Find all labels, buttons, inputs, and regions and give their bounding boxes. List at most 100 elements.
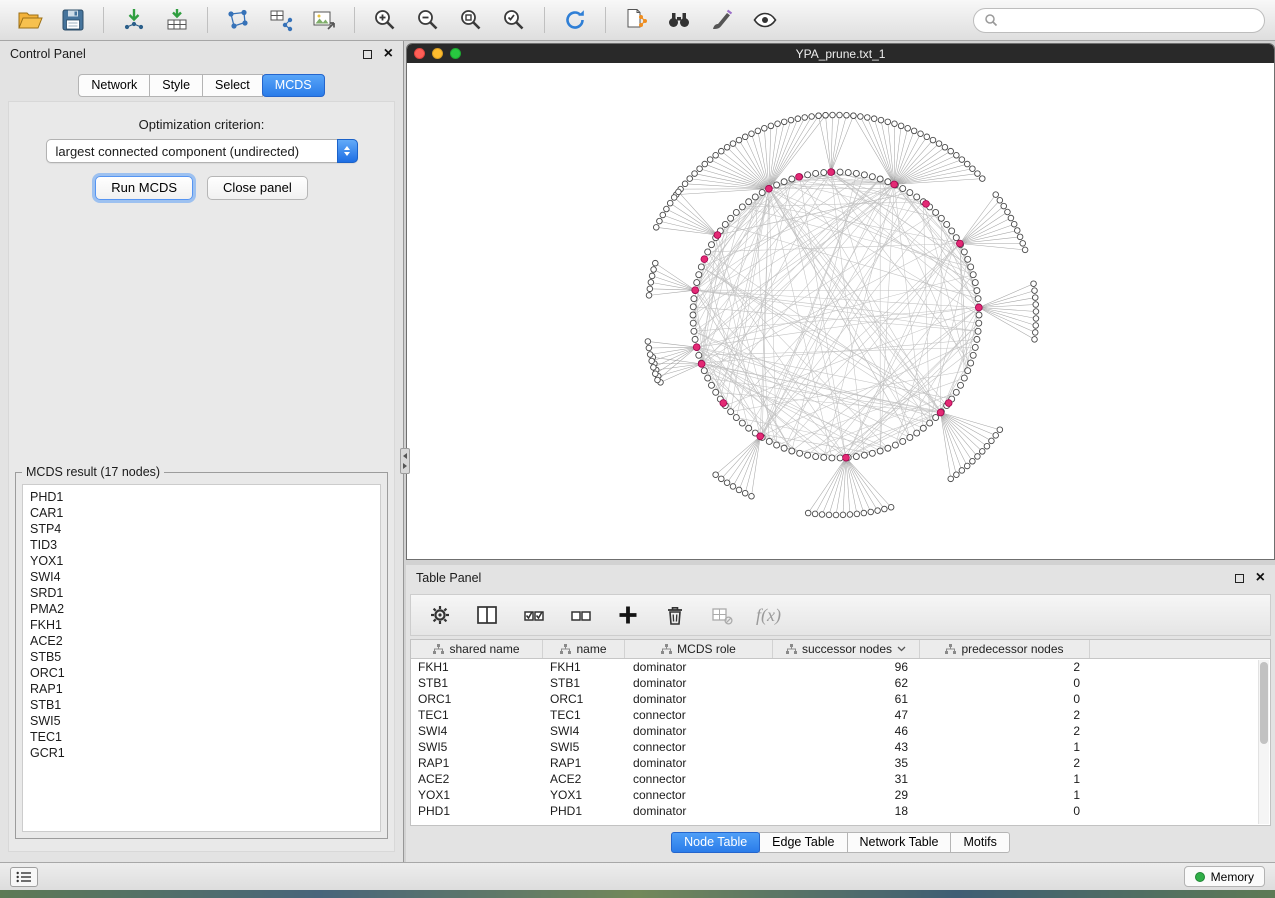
table-cell: RAP1 bbox=[543, 756, 625, 770]
panel-splitter-handle[interactable] bbox=[400, 448, 410, 474]
table-cell: 0 bbox=[920, 692, 1090, 706]
minimize-window-icon[interactable] bbox=[432, 48, 443, 59]
network-canvas[interactable] bbox=[407, 63, 1274, 559]
close-panel-button[interactable]: Close panel bbox=[207, 176, 308, 200]
tab-mcds[interactable]: MCDS bbox=[262, 74, 325, 97]
table-cell: FKH1 bbox=[411, 660, 543, 674]
column-header-name[interactable]: name bbox=[543, 640, 625, 658]
new-network-button[interactable] bbox=[218, 3, 258, 37]
sort-chevron-icon bbox=[897, 646, 906, 652]
import-table-file-button[interactable] bbox=[157, 3, 197, 37]
table-row[interactable]: PHD1PHD1dominator180 bbox=[411, 803, 1270, 819]
table-row[interactable]: TEC1TEC1connector472 bbox=[411, 707, 1270, 723]
tab-motifs[interactable]: Motifs bbox=[950, 832, 1009, 853]
table-cell: 35 bbox=[773, 756, 920, 770]
gear-icon bbox=[429, 604, 451, 626]
tab-style[interactable]: Style bbox=[149, 74, 203, 97]
memory-button[interactable]: Memory bbox=[1184, 866, 1265, 887]
open-file-button[interactable] bbox=[10, 3, 50, 37]
table-cell: FKH1 bbox=[543, 660, 625, 674]
select-all-button[interactable] bbox=[521, 602, 547, 628]
table-settings-button[interactable] bbox=[427, 602, 453, 628]
table-row[interactable]: SWI4SWI4dominator462 bbox=[411, 723, 1270, 739]
tab-network[interactable]: Network bbox=[78, 74, 150, 97]
delete-row-button[interactable] bbox=[662, 602, 688, 628]
table-scrollbar[interactable] bbox=[1258, 660, 1269, 824]
apply-style-button[interactable] bbox=[702, 3, 742, 37]
import-network-db-button[interactable] bbox=[261, 3, 301, 37]
table-row[interactable]: ORC1ORC1dominator610 bbox=[411, 691, 1270, 707]
mcds-result-item[interactable]: PHD1 bbox=[30, 489, 380, 505]
export-image-button[interactable] bbox=[304, 3, 344, 37]
table-body: FKH1FKH1dominator962STB1STB1dominator620… bbox=[411, 659, 1270, 819]
mcds-result-item[interactable]: TEC1 bbox=[30, 729, 380, 745]
table-cell: dominator bbox=[625, 676, 773, 690]
column-header-MCDS-role[interactable]: MCDS role bbox=[625, 640, 773, 658]
table-row[interactable]: STB1STB1dominator620 bbox=[411, 675, 1270, 691]
network-graph[interactable] bbox=[407, 63, 1274, 559]
float-window-icon[interactable] bbox=[363, 50, 372, 59]
table-cell: STB1 bbox=[543, 676, 625, 690]
zoom-in-button[interactable] bbox=[365, 3, 405, 37]
save-button[interactable] bbox=[53, 3, 93, 37]
toolbar-separator bbox=[354, 7, 355, 33]
mcds-result-item[interactable]: CAR1 bbox=[30, 505, 380, 521]
table-row[interactable]: YOX1YOX1connector291 bbox=[411, 787, 1270, 803]
close-panel-icon[interactable]: × bbox=[1256, 573, 1265, 583]
mcds-result-item[interactable]: GCR1 bbox=[30, 745, 380, 761]
column-header-shared-name[interactable]: shared name bbox=[411, 640, 543, 658]
tab-select[interactable]: Select bbox=[202, 74, 263, 97]
layout-refresh-button[interactable] bbox=[555, 3, 595, 37]
table-panel-header: Table Panel × bbox=[406, 565, 1275, 591]
tab-node-table[interactable]: Node Table bbox=[671, 832, 760, 853]
table-row[interactable]: SWI5SWI5connector431 bbox=[411, 739, 1270, 755]
table-row[interactable]: FKH1FKH1dominator962 bbox=[411, 659, 1270, 675]
column-header-successor-nodes[interactable]: successor nodes bbox=[773, 640, 920, 658]
close-panel-icon[interactable]: × bbox=[384, 49, 393, 59]
column-label: MCDS role bbox=[677, 642, 736, 656]
mcds-result-item[interactable]: STB1 bbox=[30, 697, 380, 713]
tab-edge-table[interactable]: Edge Table bbox=[759, 832, 847, 853]
table-cell: 1 bbox=[920, 772, 1090, 786]
table-row[interactable]: RAP1RAP1dominator352 bbox=[411, 755, 1270, 771]
mcds-result-item[interactable]: PMA2 bbox=[30, 601, 380, 617]
close-window-icon[interactable] bbox=[414, 48, 425, 59]
mcds-result-item[interactable]: SRD1 bbox=[30, 585, 380, 601]
mcds-result-item[interactable]: STP4 bbox=[30, 521, 380, 537]
show-columns-button[interactable] bbox=[474, 602, 500, 628]
mcds-result-item[interactable]: TID3 bbox=[30, 537, 380, 553]
scrollbar-thumb[interactable] bbox=[1260, 662, 1268, 744]
table-cell: 61 bbox=[773, 692, 920, 706]
column-header-predecessor-nodes[interactable]: predecessor nodes bbox=[920, 640, 1090, 658]
share-document-button[interactable] bbox=[616, 3, 656, 37]
mcds-result-item[interactable]: STB5 bbox=[30, 649, 380, 665]
unselect-all-button[interactable] bbox=[568, 602, 594, 628]
mcds-result-item[interactable]: SWI4 bbox=[30, 569, 380, 585]
task-history-button[interactable] bbox=[10, 867, 38, 887]
mcds-result-item[interactable]: SWI5 bbox=[30, 713, 380, 729]
table-row[interactable]: ACE2ACE2connector311 bbox=[411, 771, 1270, 787]
mcds-result-item[interactable]: RAP1 bbox=[30, 681, 380, 697]
float-window-icon[interactable] bbox=[1235, 574, 1244, 583]
zoom-out-button[interactable] bbox=[408, 3, 448, 37]
search-input[interactable] bbox=[1004, 13, 1254, 27]
add-row-button[interactable] bbox=[615, 602, 641, 628]
zoom-selected-button[interactable] bbox=[494, 3, 534, 37]
run-mcds-button[interactable]: Run MCDS bbox=[95, 176, 193, 200]
select-all-icon bbox=[523, 604, 545, 626]
mcds-result-list[interactable]: PHD1CAR1STP4TID3YOX1SWI4SRD1PMA2FKH1ACE2… bbox=[22, 484, 381, 832]
mcds-result-item[interactable]: ACE2 bbox=[30, 633, 380, 649]
maximize-window-icon[interactable] bbox=[450, 48, 461, 59]
find-button[interactable] bbox=[659, 3, 699, 37]
mcds-result-item[interactable]: YOX1 bbox=[30, 553, 380, 569]
optimization-criterion-select[interactable]: largest connected component (undirected) bbox=[46, 139, 358, 163]
import-network-db-icon bbox=[268, 7, 294, 33]
mcds-result-item[interactable]: FKH1 bbox=[30, 617, 380, 633]
mcds-result-item[interactable]: ORC1 bbox=[30, 665, 380, 681]
zoom-in-icon bbox=[372, 7, 398, 33]
import-network-file-button[interactable] bbox=[114, 3, 154, 37]
zoom-fit-button[interactable] bbox=[451, 3, 491, 37]
tab-network-table[interactable]: Network Table bbox=[847, 832, 952, 853]
show-hide-button[interactable] bbox=[745, 3, 785, 37]
search-field[interactable] bbox=[973, 8, 1265, 33]
